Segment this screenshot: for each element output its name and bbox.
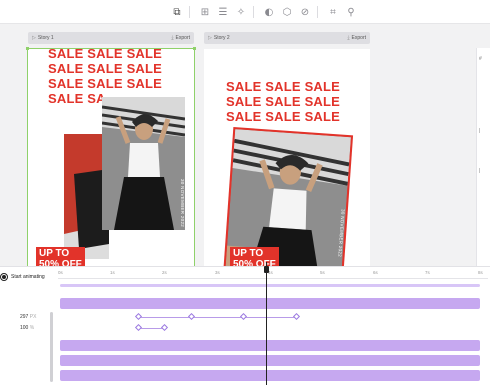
layer-bar[interactable] <box>60 284 480 287</box>
shapes-icon[interactable]: ⬡ <box>280 5 294 19</box>
record-icon <box>0 273 8 281</box>
story-2-frame[interactable]: SALE SALE SALE SALE SALE SALE SALE SALE … <box>204 49 370 266</box>
keyframe-track <box>139 317 297 318</box>
sale-text-line: SALE SA <box>48 91 106 106</box>
download-icon: ⤓ <box>347 35 350 41</box>
crop-icon[interactable]: ⌗ <box>326 5 340 19</box>
story-1-title[interactable]: ▷ Story 1 <box>32 35 54 41</box>
start-animating-button[interactable]: Start animating <box>0 273 45 281</box>
selection-handle[interactable] <box>193 47 196 50</box>
playhead-handle[interactable] <box>264 266 269 273</box>
mask-icon[interactable]: ⊘ <box>298 5 312 19</box>
play-icon: ▷ <box>208 35 212 41</box>
story-2-label: Story 2 <box>213 35 230 41</box>
keyframe[interactable] <box>187 312 196 321</box>
sale-text-line: SALE SALE SALE <box>226 109 341 124</box>
story-1-header: ▷ Story 1 ⤓ Export <box>28 32 194 44</box>
magic-icon[interactable]: ✧ <box>234 5 248 19</box>
layer-bar[interactable] <box>60 370 480 381</box>
sale-text-line: SALE SALE SALE <box>226 94 341 109</box>
ruler-tick: 3s <box>215 270 220 275</box>
story-1-frame[interactable]: SALE SALE SALE SALE SALE SALE SALE SALE … <box>27 48 195 266</box>
property-position: 297 PX <box>20 314 36 320</box>
toolbar-divider <box>253 6 254 18</box>
start-animating-label: Start animating <box>11 274 45 280</box>
ruler-tick: 6s <box>373 270 378 275</box>
grid-icon[interactable]: ⊞ <box>198 5 212 19</box>
panel-marker: | <box>479 168 481 174</box>
story-1-export-button[interactable]: ⤓ Export <box>171 35 190 41</box>
adjust-icon[interactable]: ⚲ <box>344 5 358 19</box>
property-value: 297 <box>20 314 29 320</box>
model-photo-graphic <box>102 97 185 230</box>
timeline-panel: Start animating 0s 1s 2s 3s 4s 5s 6s 7s … <box>0 266 490 385</box>
panel-marker: # <box>479 56 482 62</box>
story-2-header: ▷ Story 2 ⤓ Export <box>204 32 370 44</box>
selection-handle[interactable] <box>26 47 29 50</box>
discount-badge: UP TO 50% OFF <box>230 247 279 266</box>
layer-bar[interactable] <box>60 355 480 366</box>
keyframe[interactable] <box>160 323 169 332</box>
sale-text-line: SALE SALE SALE <box>226 79 341 94</box>
layer-bar[interactable] <box>60 298 480 309</box>
story-1-export-label: Export <box>175 35 190 41</box>
toolbar-divider <box>317 6 318 18</box>
panel-marker: | <box>479 128 481 134</box>
ruler-tick: 8s <box>478 270 483 275</box>
keyframe[interactable] <box>292 312 301 321</box>
property-opacity: 100 % <box>20 325 34 331</box>
contrast-icon[interactable]: ◐ <box>262 5 276 19</box>
story-1-label: Story 1 <box>37 35 54 41</box>
layer-bar[interactable] <box>60 340 480 351</box>
right-panel-edge: # | | <box>476 48 490 266</box>
keyframe[interactable] <box>134 323 143 332</box>
keyframe[interactable] <box>239 312 248 321</box>
sale-text-line: SALE SALE SALE <box>48 61 163 76</box>
discount-badge: UP TO 50% OFF <box>36 247 85 266</box>
select-frame-icon[interactable]: ⧉ <box>170 5 184 19</box>
model-photo-graphic <box>225 129 351 266</box>
keyframe[interactable] <box>134 312 143 321</box>
property-unit: PX <box>29 314 37 320</box>
story-2-export-label: Export <box>351 35 366 41</box>
play-icon: ▷ <box>32 35 36 41</box>
ruler-baseline <box>58 278 488 279</box>
playhead-line[interactable] <box>266 266 267 385</box>
ruler-tick: 7s <box>425 270 430 275</box>
sale-text-line: SALE SALE SALE <box>48 76 163 91</box>
model-photo[interactable] <box>222 126 354 266</box>
story-2-title[interactable]: ▷ Story 2 <box>208 35 230 41</box>
ruler-tick: 1s <box>110 270 115 275</box>
property-unit: % <box>29 325 35 331</box>
model-photo[interactable] <box>102 97 185 230</box>
list-icon[interactable]: ☰ <box>216 5 230 19</box>
ruler-tick: 2s <box>162 270 167 275</box>
ruler-tick: 0s <box>58 270 63 275</box>
download-icon: ⤓ <box>171 35 174 41</box>
toolbar-divider <box>189 6 190 18</box>
canvas: ▷ Story 1 ⤓ Export ▷ Story 2 ⤓ Export SALE S… <box>0 24 490 266</box>
top-toolbar: ⧉ ⊞ ☰ ✧ ◐ ⬡ ⊘ ⌗ ⚲ <box>0 0 490 24</box>
property-value: 100 <box>20 325 29 331</box>
story-2-export-button[interactable]: ⤓ Export <box>347 35 366 41</box>
timeline-scrollbar[interactable] <box>50 312 53 382</box>
sale-text-line: SALE SALE SALE <box>48 49 163 61</box>
date-vertical-text: 30 NOVEMBER 2022 <box>180 179 185 228</box>
ruler-tick: 5s <box>320 270 325 275</box>
